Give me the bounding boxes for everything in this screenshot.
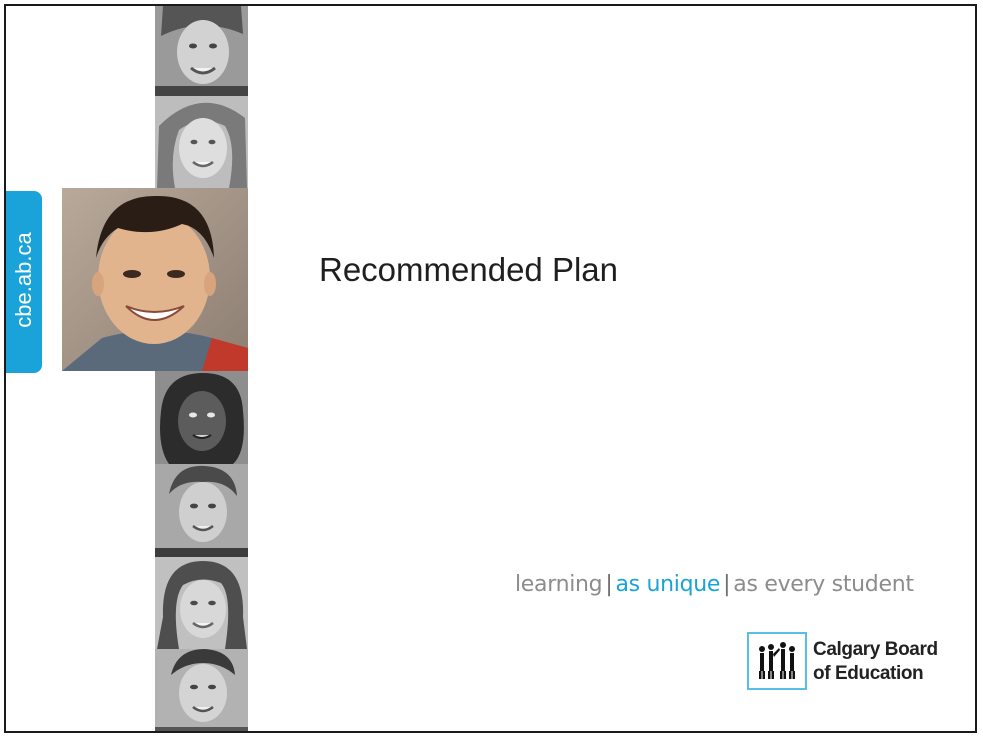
tagline-separator: | [723,572,731,597]
presentation-slide: cbe.ab.ca Recommended Plan learning | as… [4,4,977,733]
student-photo-1 [155,6,248,96]
organization-name-line2: of Education [813,663,924,684]
cbe-figures-logo-icon [747,632,807,690]
organization-name-line1: Calgary Board [813,639,938,660]
student-photo-6 [155,649,248,731]
side-tab: cbe.ab.ca [6,191,42,373]
student-photo-3 [155,371,248,464]
featured-student-photo [62,188,248,371]
tagline-separator: | [605,572,613,597]
tagline-learning: learning [515,572,603,597]
organization-name: Calgary Board of Education [813,638,938,686]
tagline-as-unique: as unique [615,572,721,597]
tagline-as-every-student: as every student [733,572,914,597]
student-photo-5 [155,557,248,649]
student-photo-2 [155,96,248,188]
student-photo-4 [155,464,248,557]
tagline: learning | as unique | as every student [515,572,914,597]
website-label: cbe.ab.ca [11,232,36,328]
slide-title: Recommended Plan [319,251,618,288]
